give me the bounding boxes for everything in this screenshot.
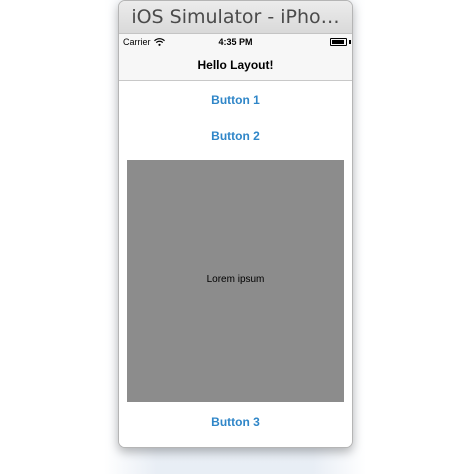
device-screen: Carrier 4:35 PM Hello Layout! Button 1 B… [119,34,352,447]
page: iOS Simulator - iPho… Carrier 4:35 PM He… [0,0,474,474]
nav-title: Hello Layout! [197,58,274,72]
navigation-bar: Hello Layout! [119,50,352,81]
battery-cap [349,40,351,44]
status-time: 4:35 PM [218,37,253,47]
button-2[interactable]: Button 2 [119,129,352,143]
simulator-window: iOS Simulator - iPho… Carrier 4:35 PM He… [118,0,353,448]
button-3[interactable]: Button 3 [119,415,352,429]
button-1[interactable]: Button 1 [119,93,352,107]
window-title[interactable]: iOS Simulator - iPho… [119,1,352,34]
content-box-label: Lorem ipsum [206,274,265,285]
status-bar: Carrier 4:35 PM [119,34,352,50]
content-box: Lorem ipsum [127,160,344,402]
battery-icon [330,38,347,46]
battery-level [332,40,344,44]
